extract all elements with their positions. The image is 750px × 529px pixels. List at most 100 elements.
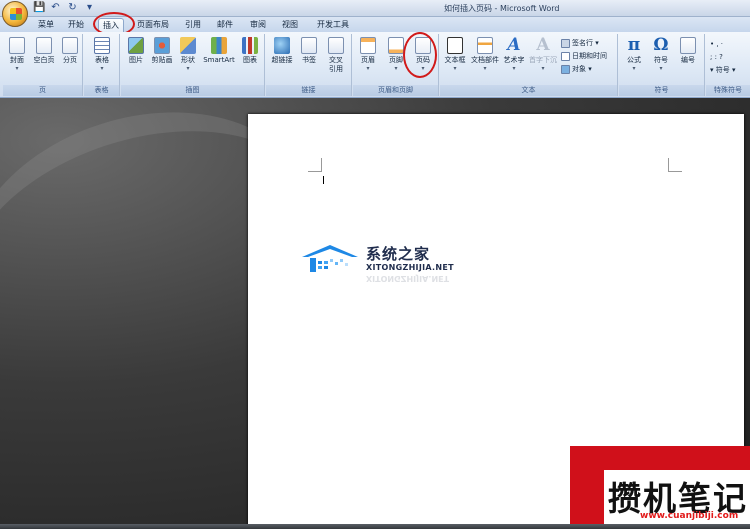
group-special-symbols: • , · ; : ? ▾ 符号 ▾ 特殊符号 (706, 34, 750, 96)
drop-cap-button[interactable]: A 首字下沉 ▾ (528, 37, 558, 73)
quick-parts-button[interactable]: 文档部件 ▾ (470, 37, 500, 72)
symbol-dropdown-icon: ▾ (659, 65, 663, 72)
symbol-button[interactable]: Ω 符号 ▾ (649, 35, 673, 73)
special-symbols-row-1[interactable]: • , · (710, 39, 723, 50)
equation-dropdown-icon: ▾ (632, 65, 636, 72)
group-illustrations-label: 插图 (121, 85, 264, 96)
cuanjibiji-stamp: 攒机笔记 www.cuanjibiji.com (570, 446, 750, 526)
wordart-label: 艺术字 (503, 56, 525, 64)
equation-icon: π (627, 35, 641, 55)
office-logo-icon (10, 8, 22, 20)
chart-label: 图表 (243, 56, 257, 64)
text-box-label: 文本框 (444, 56, 466, 64)
cover-page-button[interactable]: 封面 ▾ (6, 37, 28, 72)
wordart-icon: A (507, 35, 521, 55)
group-pages: 封面 ▾ 空白页 分页 页 (3, 34, 83, 96)
table-button[interactable]: 表格 ▾ (89, 37, 115, 72)
shapes-dropdown-icon: ▾ (186, 65, 190, 72)
bookmark-label: 书签 (302, 56, 316, 64)
clip-art-button[interactable]: 剪贴画 (149, 37, 175, 65)
tab-developer[interactable]: 开发工具 (313, 18, 353, 32)
group-symbols: π 公式 ▾ Ω 符号 ▾ 编号 符号 (619, 34, 705, 96)
header-dropdown-icon: ▾ (366, 65, 370, 72)
tab-references[interactable]: 引用 (182, 18, 204, 32)
group-links-label: 链接 (266, 85, 351, 96)
header-button[interactable]: 页眉 ▾ (357, 37, 379, 72)
chart-button[interactable]: 图表 (239, 37, 261, 65)
cross-reference-label: 交叉 (329, 56, 343, 64)
group-header-footer-label: 页眉和页脚 (353, 85, 438, 96)
equation-button[interactable]: π 公式 ▾ (622, 35, 646, 73)
text-cursor (323, 176, 324, 184)
wordart-dropdown-icon: ▾ (512, 65, 516, 72)
annotation-circle-page-number (403, 32, 437, 78)
special-symbols-row-2[interactable]: ; : ? (710, 52, 723, 63)
signature-line-button[interactable]: 签名行 ▾ (561, 38, 599, 49)
clip-art-label: 剪贴画 (151, 56, 173, 64)
object-icon (561, 64, 570, 74)
undo-icon[interactable]: ↶ (50, 2, 61, 13)
tab-review[interactable]: 审阅 (247, 18, 269, 32)
smartart-label: SmartArt (203, 56, 235, 64)
text-box-icon (447, 37, 463, 54)
watermark-reflection: XITONGZHIJIA.NET (366, 274, 450, 283)
cover-page-dropdown-icon: ▾ (15, 65, 19, 72)
quick-parts-icon (477, 37, 493, 54)
window-title: 如何插入页码 - Microsoft Word (444, 4, 560, 13)
special-symbols-more-button[interactable]: ▾ 符号 ▾ (710, 65, 735, 76)
shapes-label: 形状 (181, 56, 195, 64)
office-button[interactable] (2, 1, 28, 27)
number-button[interactable]: 编号 (676, 37, 700, 65)
status-bar (0, 524, 750, 529)
group-text: 文本框 ▾ 文档部件 ▾ A 艺术字 ▾ A 首字下沉 ▾ 签名行 ▾ 日期和时… (440, 34, 618, 96)
drop-cap-dropdown-icon: ▾ (541, 65, 545, 72)
group-links: 超链接 书签 交叉 引用 链接 (266, 34, 352, 96)
redo-icon[interactable]: ↻ (67, 2, 78, 13)
page-break-icon (62, 37, 78, 54)
shapes-button[interactable]: 形状 ▾ (177, 37, 199, 72)
footer-dropdown-icon: ▾ (394, 65, 398, 72)
date-time-label: 日期和时间 (572, 52, 607, 60)
cross-reference-button[interactable]: 交叉 引用 (324, 37, 348, 74)
blank-page-label: 空白页 (33, 56, 55, 64)
bookmark-button[interactable]: 书签 (298, 37, 320, 65)
group-pages-label: 页 (3, 85, 82, 96)
watermark-subtitle: XITONGZHIJIA.NET (366, 263, 454, 272)
stamp-url: www.cuanjibiji.com (640, 511, 739, 521)
footer-icon (388, 37, 404, 54)
blank-page-icon (36, 37, 52, 54)
quick-parts-dropdown-icon: ▾ (483, 65, 487, 72)
symbol-label: 符号 (654, 56, 668, 64)
text-box-button[interactable]: 文本框 ▾ (442, 37, 468, 72)
wordart-button[interactable]: A 艺术字 ▾ (502, 35, 526, 73)
header-label: 页眉 (361, 56, 375, 64)
hyperlink-icon (274, 37, 290, 54)
signature-line-label: 签名行 ▾ (572, 39, 599, 47)
xitongzhijia-logo-icon (302, 245, 358, 272)
symbol-icon: Ω (653, 35, 669, 55)
tab-menu[interactable]: 菜单 (34, 18, 58, 32)
table-icon (94, 37, 110, 54)
date-time-button[interactable]: 日期和时间 (561, 51, 607, 62)
number-label: 编号 (681, 56, 695, 64)
cross-reference-label-line2: 引用 (329, 65, 343, 73)
tab-view[interactable]: 视图 (279, 18, 301, 32)
group-illustrations: 图片 剪贴画 形状 ▾ SmartArt 图表 插图 (121, 34, 265, 96)
cover-page-label: 封面 (10, 56, 24, 64)
hyperlink-button[interactable]: 超链接 (269, 37, 295, 65)
smartart-button[interactable]: SmartArt (201, 37, 237, 65)
save-icon[interactable]: 💾 (33, 2, 45, 13)
picture-button[interactable]: 图片 (125, 37, 147, 65)
customize-qat-icon[interactable]: ▾ (84, 2, 95, 13)
blank-page-button[interactable]: 空白页 (31, 37, 57, 65)
date-time-icon (561, 51, 570, 61)
bookmark-icon (301, 37, 317, 54)
object-button[interactable]: 对象 ▾ (561, 64, 592, 75)
text-box-dropdown-icon: ▾ (453, 65, 457, 72)
tab-home[interactable]: 开始 (64, 18, 88, 32)
tab-page-layout[interactable]: 页面布局 (134, 18, 172, 32)
drop-cap-label: 首字下沉 (529, 56, 557, 64)
page-break-button[interactable]: 分页 (59, 37, 81, 65)
tab-mailings[interactable]: 邮件 (214, 18, 236, 32)
stamp-red-notch (570, 448, 604, 526)
